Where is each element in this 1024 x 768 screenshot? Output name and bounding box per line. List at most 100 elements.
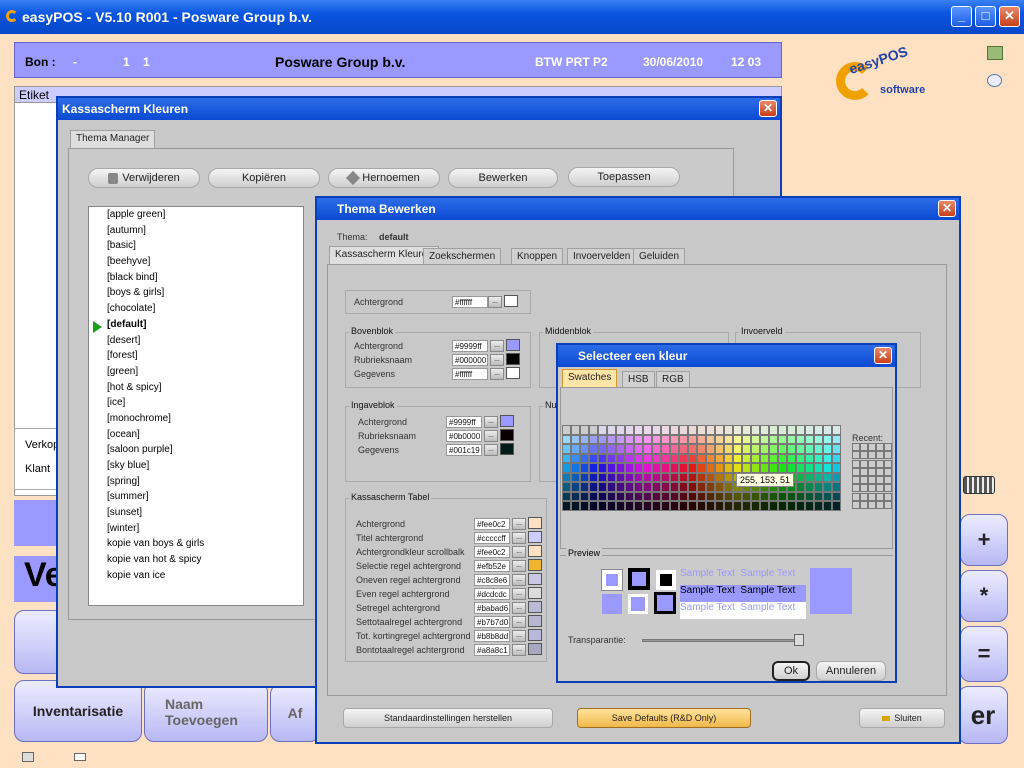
- swatch-cell[interactable]: [823, 453, 832, 464]
- recent-cell[interactable]: [868, 476, 876, 484]
- tab-invoervelden[interactable]: Invoervelden: [567, 248, 637, 264]
- ok-button[interactable]: Ok: [772, 661, 810, 681]
- color-hex-field[interactable]: #a8a8c1: [474, 644, 510, 656]
- theme-list-item[interactable]: kopie van ice: [89, 570, 303, 586]
- swatch-cell[interactable]: [769, 491, 778, 502]
- swatch-cell[interactable]: [616, 444, 625, 454]
- swatch-cell[interactable]: [796, 444, 805, 454]
- swatch-cell[interactable]: [724, 434, 733, 445]
- swatch-cell[interactable]: [589, 482, 598, 492]
- swatch-cell[interactable]: [706, 491, 715, 502]
- swatch-cell[interactable]: [715, 444, 724, 454]
- recent-cell[interactable]: [868, 451, 876, 460]
- swatch-cell[interactable]: [787, 491, 796, 502]
- theme-list-item[interactable]: [forest]: [89, 350, 303, 366]
- swatch-cell[interactable]: [598, 453, 607, 464]
- thema-close-button[interactable]: ✕: [938, 200, 956, 217]
- monitor-icon[interactable]: [22, 752, 34, 762]
- recent-cell[interactable]: [852, 459, 860, 468]
- color-hex-field[interactable]: #dcdcdc: [474, 588, 510, 600]
- swatch-cell[interactable]: [661, 472, 670, 483]
- color-picker-button[interactable]: ...: [512, 616, 526, 628]
- swatch-cell[interactable]: [760, 434, 769, 445]
- swatch-cell[interactable]: [589, 434, 598, 445]
- recent-cell[interactable]: [852, 500, 860, 509]
- swatch-cell[interactable]: [607, 444, 616, 454]
- swatch-cell[interactable]: [823, 472, 832, 483]
- swatch-cell[interactable]: [571, 434, 580, 445]
- recent-cell[interactable]: [876, 492, 884, 501]
- swatch-cell[interactable]: [787, 444, 796, 454]
- swatch-cell[interactable]: [580, 472, 589, 483]
- recent-cell[interactable]: [868, 459, 876, 468]
- theme-list-item[interactable]: [ocean]: [89, 429, 303, 445]
- color-hex-field[interactable]: #efb52e: [474, 560, 510, 572]
- swatch-cell[interactable]: [625, 491, 634, 502]
- swatch-cell[interactable]: [562, 453, 571, 464]
- swatch-cell[interactable]: [706, 472, 715, 483]
- swatch-cell[interactable]: [571, 463, 580, 473]
- swatch-cell[interactable]: [562, 434, 571, 445]
- color-hex-field[interactable]: #9999ff: [446, 416, 482, 428]
- swatch-cell[interactable]: [742, 453, 751, 464]
- swatch-cell[interactable]: [733, 463, 742, 473]
- swatch-cell[interactable]: [724, 501, 733, 511]
- swatch-cell[interactable]: [796, 491, 805, 502]
- swatch-cell[interactable]: [589, 453, 598, 464]
- theme-list-item[interactable]: [basic]: [89, 240, 303, 256]
- swatch-cell[interactable]: [616, 434, 625, 445]
- swatch-cell[interactable]: [643, 501, 652, 511]
- swatch-cell[interactable]: [787, 463, 796, 473]
- swatch-cell[interactable]: [598, 425, 607, 435]
- swatch-cell[interactable]: [778, 453, 787, 464]
- swatch-cell[interactable]: [598, 491, 607, 502]
- recent-cell[interactable]: [860, 443, 868, 451]
- swatch-cell[interactable]: [625, 463, 634, 473]
- slider-thumb[interactable]: [794, 634, 804, 646]
- recent-cell[interactable]: [884, 484, 892, 493]
- swatch-cell[interactable]: [643, 425, 652, 435]
- swatch-cell[interactable]: [769, 463, 778, 473]
- swatch-cell[interactable]: [760, 491, 769, 502]
- hernoemen-button[interactable]: Hernoemen: [328, 168, 440, 188]
- swatch-cell[interactable]: [733, 453, 742, 464]
- swatch-cell[interactable]: [706, 453, 715, 464]
- swatch-cell[interactable]: [697, 425, 706, 435]
- swatch-cell[interactable]: [742, 463, 751, 473]
- swatch-cell[interactable]: [832, 501, 841, 511]
- swatch-cell[interactable]: [661, 444, 670, 454]
- swatch-cell[interactable]: [688, 434, 697, 445]
- theme-list[interactable]: [apple green] [autumn] [basic] [beehyve] [bl…: [88, 206, 304, 606]
- swatch-cell[interactable]: [598, 501, 607, 511]
- sluiten-button[interactable]: Sluiten: [859, 708, 945, 728]
- theme-list-item[interactable]: [beehyve]: [89, 256, 303, 272]
- swatch-cell[interactable]: [832, 425, 841, 435]
- swatch-cell[interactable]: [607, 482, 616, 492]
- theme-list-item[interactable]: [summer]: [89, 491, 303, 507]
- swatch-cell[interactable]: [769, 453, 778, 464]
- swatch-cell[interactable]: [634, 444, 643, 454]
- swatch-cell[interactable]: [715, 491, 724, 502]
- swatch-cell[interactable]: [805, 444, 814, 454]
- swatch-cell[interactable]: [634, 472, 643, 483]
- tab-zoekschermen[interactable]: Zoekschermen: [423, 248, 502, 264]
- swatch-cell[interactable]: [688, 482, 697, 492]
- swatch-cell[interactable]: [670, 472, 679, 483]
- swatch-cell[interactable]: [661, 463, 670, 473]
- swatch-cell[interactable]: [625, 453, 634, 464]
- close-button[interactable]: ✕: [999, 6, 1020, 27]
- swatch-cell[interactable]: [589, 444, 598, 454]
- color-hex-field[interactable]: #fee0c2: [474, 518, 510, 530]
- theme-list-item[interactable]: [winter]: [89, 523, 303, 539]
- swatch-cell[interactable]: [751, 444, 760, 454]
- swatch-cell[interactable]: [643, 463, 652, 473]
- swatch-cell[interactable]: [571, 491, 580, 502]
- color-picker-button[interactable]: ...: [484, 444, 498, 456]
- bewerken-button[interactable]: Bewerken: [448, 168, 558, 188]
- swatch-cell[interactable]: [796, 472, 805, 483]
- swatch-cell[interactable]: [670, 453, 679, 464]
- swatch-cell[interactable]: [814, 491, 823, 502]
- tab-knoppen[interactable]: Knoppen: [511, 248, 564, 264]
- swatch-cell[interactable]: [805, 491, 814, 502]
- swatch-cell[interactable]: [814, 425, 823, 435]
